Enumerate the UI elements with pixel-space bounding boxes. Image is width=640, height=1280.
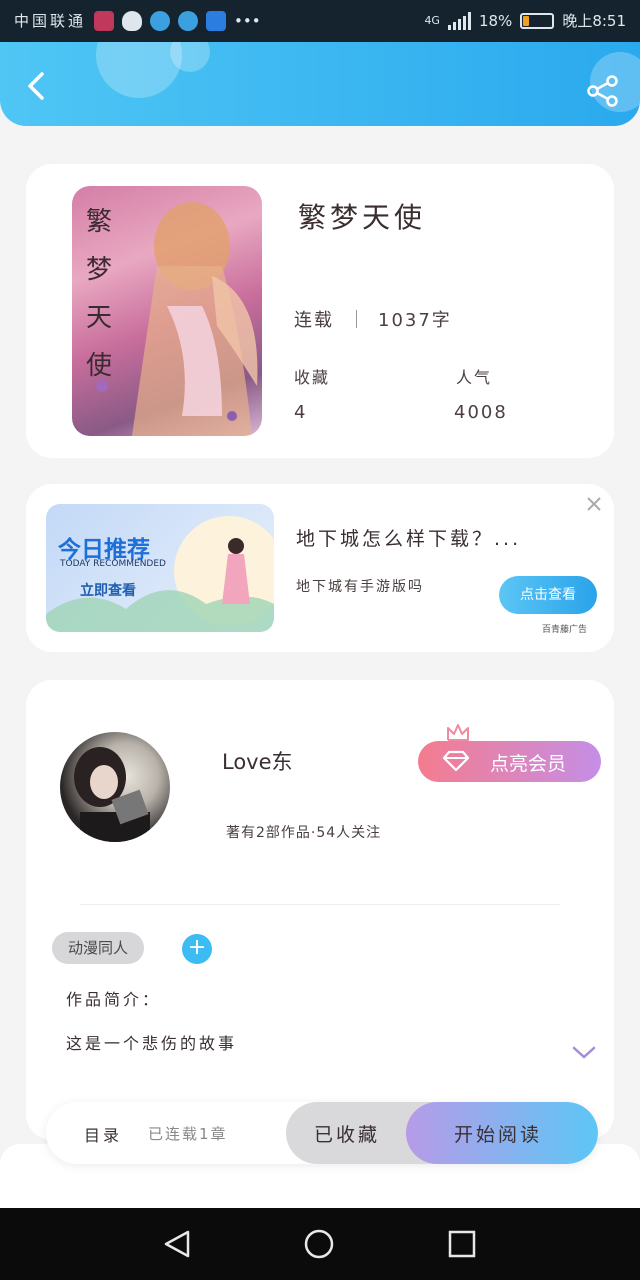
crown-icon (447, 724, 469, 741)
bottom-action-bar: 目录 已连载1章 已收藏 开始阅读 (46, 1102, 598, 1164)
share-icon[interactable] (586, 74, 620, 108)
ad-source: 百青藤广告 (542, 625, 588, 635)
author-name[interactable]: Love东 (222, 746, 293, 776)
author-avatar[interactable] (60, 732, 170, 842)
status-bar: 中国联通 ••• 4G 18% 晚上8:51 (0, 0, 640, 42)
book-cover[interactable]: 繁梦天使 (72, 186, 262, 436)
bulb-icon (206, 10, 227, 31)
chevron-down-icon[interactable] (572, 1046, 596, 1060)
word-count: 1037字 (378, 310, 452, 331)
divider (356, 310, 357, 328)
catalog-button[interactable]: 目录 (84, 1122, 122, 1146)
app-notification-icon (94, 10, 115, 31)
close-icon[interactable] (584, 494, 604, 514)
ad-cta-button[interactable]: 点击查看 (499, 576, 597, 614)
diamond-icon (442, 750, 470, 772)
book-title: 繁梦天使 (298, 201, 427, 234)
intro-label: 作品简介： (66, 990, 162, 1009)
section-divider (80, 904, 560, 905)
qq-icon (122, 10, 143, 31)
clock: 晚上8:51 (562, 12, 626, 30)
ad-image[interactable]: 今日推荐 TODAY RECOMMENDED 立即查看 (46, 504, 274, 632)
start-reading-button[interactable]: 开始阅读 (406, 1102, 598, 1164)
square-recent-icon[interactable] (446, 1228, 478, 1260)
cover-title: 繁梦天使 (86, 207, 113, 381)
tag-item[interactable]: 动漫同人 (52, 932, 145, 964)
back-icon[interactable] (18, 68, 54, 104)
favorites-value: 4 (294, 402, 308, 423)
book-info-card: 繁梦天使 繁梦天使 连载 1037字 收藏 4 人气 4008 (26, 164, 614, 458)
ad-card[interactable]: 今日推荐 TODAY RECOMMENDED 立即查看 地下城怎么样下载？...… (26, 484, 614, 652)
favorites-label: 收藏 (294, 368, 331, 387)
signal-icon (447, 11, 471, 30)
bird-icon (178, 10, 199, 31)
catalog-status: 已连载1章 (148, 1125, 228, 1143)
ad-description: 地下城有手游版吗 (296, 579, 424, 595)
triangle-back-icon[interactable] (162, 1228, 194, 1260)
avatar-illustration (74, 747, 150, 842)
start-reading-label: 开始阅读 (454, 1124, 543, 1146)
battery-icon (520, 12, 555, 29)
serial-status: 连载 (294, 310, 334, 331)
author-stats: 著有2部作品·54人关注 (226, 825, 382, 841)
collected-label: 已收藏 (314, 1124, 381, 1146)
popularity-label: 人气 (456, 368, 493, 387)
circle-home-icon[interactable] (303, 1228, 335, 1260)
vip-button[interactable]: 点亮会员 (418, 741, 601, 782)
battery-percent: 18% (478, 11, 513, 30)
author-card: Love东 著有2部作品·54人关注 点亮会员 动漫同人 + 作品简介： 这是一… (26, 680, 614, 1140)
add-tag-button[interactable]: + (182, 934, 212, 964)
system-nav-bar (0, 1208, 640, 1280)
ad-headline[interactable]: 地下城怎么样下载？... (296, 524, 521, 551)
network-type: 4G (424, 14, 440, 27)
vip-label: 点亮会员 (490, 753, 567, 775)
carrier-text: 中国联通 (14, 12, 87, 30)
ad-image-subtitle: TODAY RECOMMENDED (60, 559, 166, 569)
header-bar (0, 42, 640, 126)
popularity-value: 4008 (454, 402, 508, 423)
more-icon: ••• (234, 11, 261, 30)
ad-image-button: 立即查看 (80, 583, 136, 599)
bird-icon (150, 10, 171, 31)
intro-text: 这是一个悲伤的故事 (66, 1034, 238, 1053)
